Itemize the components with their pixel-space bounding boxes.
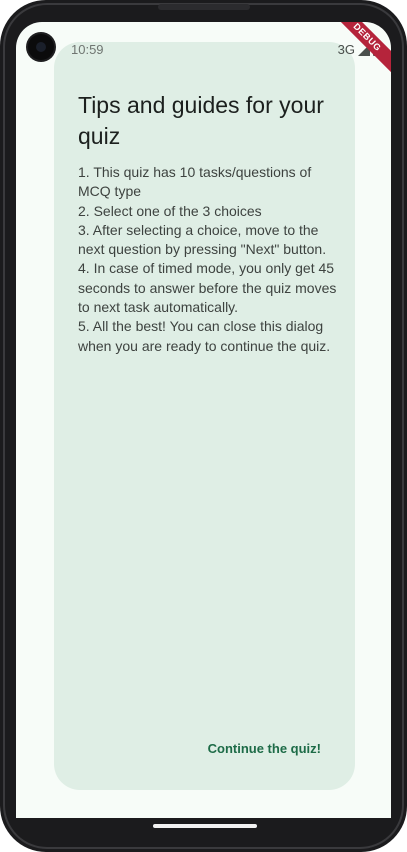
home-indicator[interactable] <box>153 824 257 828</box>
continue-quiz-button[interactable]: Continue the quiz! <box>194 733 335 764</box>
tip-item: 3. After selecting a choice, move to the… <box>78 221 327 258</box>
speaker-grille <box>158 4 250 10</box>
phone-frame: 10:59 3G DEBUG Tips and guides for your … <box>0 0 407 852</box>
tip-item: 4. In case of timed mode, you only get 4… <box>78 260 337 316</box>
status-time: 10:59 <box>71 42 104 57</box>
dialog-title: Tips and guides for your quiz <box>78 92 324 149</box>
front-camera <box>28 34 54 60</box>
tips-list: 1. This quiz has 10 tasks/questions of M… <box>78 163 340 356</box>
tip-item: 2. Select one of the 3 choices <box>78 202 262 219</box>
status-bar: 10:59 3G <box>16 22 391 74</box>
tips-dialog: Tips and guides for your quiz 1. This qu… <box>54 42 355 790</box>
tip-item: 1. This quiz has 10 tasks/questions of M… <box>78 164 312 200</box>
tip-item: 5. All the best! You can close this dial… <box>78 318 331 354</box>
app-screen: 10:59 3G DEBUG Tips and guides for your … <box>16 22 391 818</box>
network-type: 3G <box>337 42 355 57</box>
